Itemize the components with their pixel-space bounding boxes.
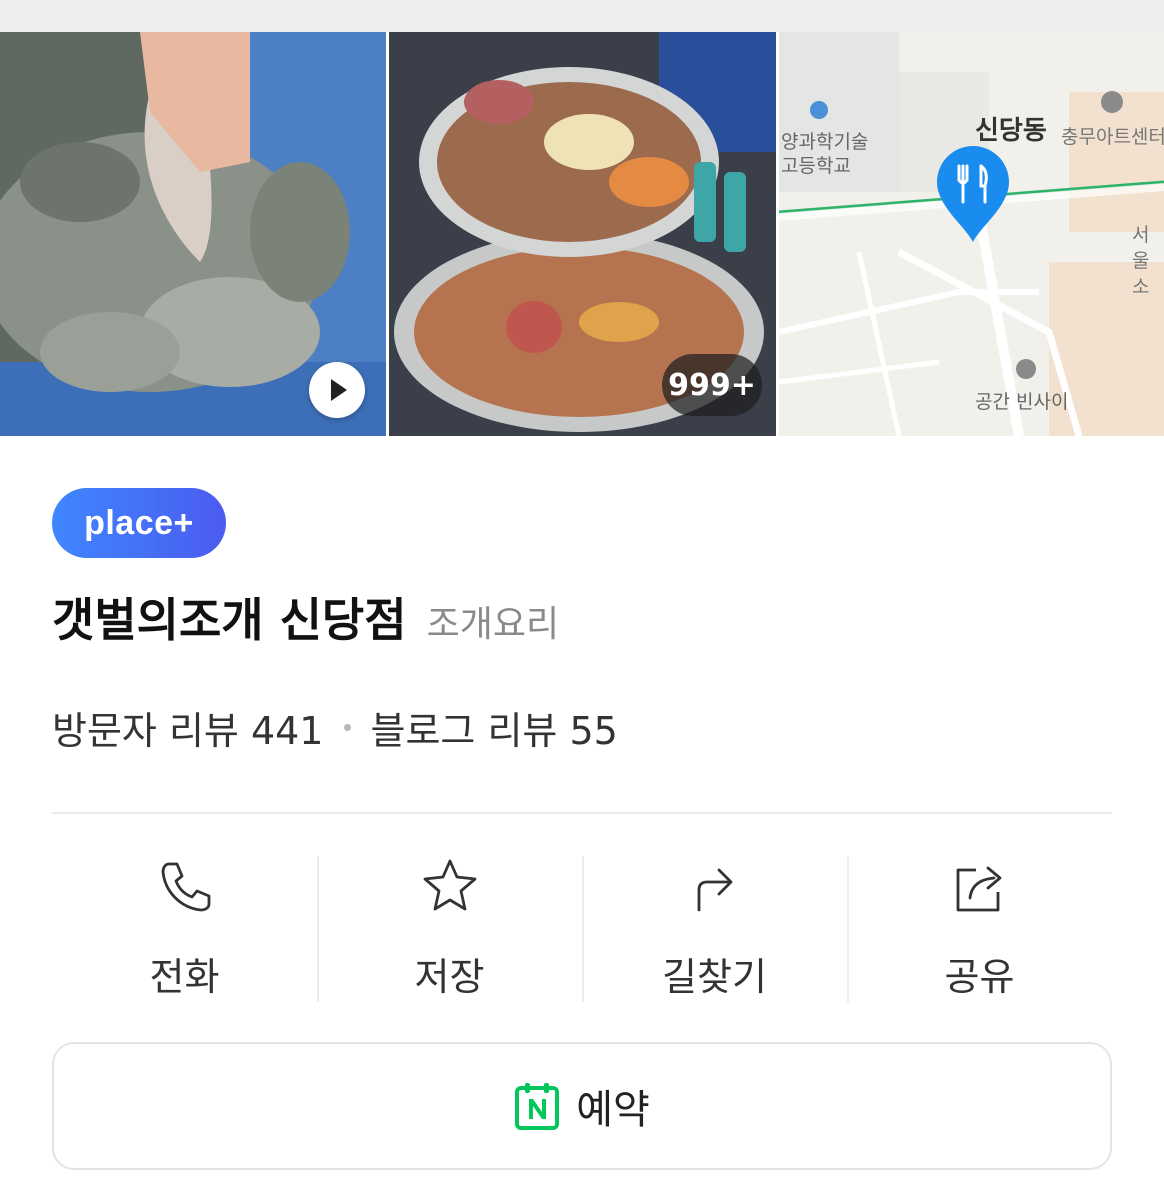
restaurant-pin-icon: [937, 146, 1009, 242]
title-row: 갯벌의조개 신당점 조개요리: [52, 584, 559, 664]
review-summary: 방문자 리뷰 441 블로그 리뷰 55: [52, 700, 618, 755]
place-category: 조개요리: [426, 604, 560, 645]
phone-icon: [161, 862, 210, 912]
map-label-art-center: 충무아트센터: [1061, 126, 1164, 148]
action-bar: 전화 저장 길찾기 공유: [52, 852, 1112, 1004]
divider: [52, 812, 1112, 814]
share-label: 공유: [944, 955, 1015, 999]
save-label: 저장: [414, 955, 485, 999]
call-label: 전화: [149, 955, 220, 999]
photo-count-badge: 999+: [662, 354, 762, 416]
share-icon: [956, 866, 1001, 912]
place-plus-badge: place+: [52, 488, 226, 558]
map-label-school: 양과학기술 고등학교: [781, 131, 869, 177]
map-label-space: 공간 빈사이: [975, 391, 1069, 413]
map-label-seoul: 서울 소: [1132, 224, 1150, 298]
directions-icon: [697, 868, 732, 912]
reserve-button[interactable]: 예약: [52, 1042, 1112, 1170]
video-thumbnail[interactable]: [0, 32, 386, 436]
photo-gallery: 999+ 양과학기술 고등학교 신당동 충무아트센터 서울 소 공간 빈사이: [0, 32, 1164, 436]
directions-button[interactable]: 길찾기: [582, 852, 847, 1004]
reserve-label: 예약: [576, 1087, 650, 1133]
play-button[interactable]: [309, 362, 365, 418]
photo-thumbnail[interactable]: 999+: [389, 32, 776, 436]
call-button[interactable]: 전화: [52, 852, 317, 1004]
map-label-dong: 신당동: [975, 116, 1047, 146]
place-name: 갯벌의조개 신당점: [52, 593, 407, 647]
top-bar: [0, 0, 1164, 32]
star-icon: [423, 859, 476, 911]
visitor-review-link[interactable]: 방문자 리뷰 441: [52, 700, 324, 755]
blog-review-link[interactable]: 블로그 리뷰 55: [371, 700, 618, 755]
directions-label: 길찾기: [662, 955, 767, 999]
save-button[interactable]: 저장: [317, 852, 582, 1004]
share-button[interactable]: 공유: [847, 852, 1112, 1004]
map-thumbnail[interactable]: 양과학기술 고등학교 신당동 충무아트센터 서울 소 공간 빈사이: [779, 32, 1164, 436]
separator-dot: [343, 724, 351, 731]
naver-booking-icon: [515, 1083, 560, 1130]
